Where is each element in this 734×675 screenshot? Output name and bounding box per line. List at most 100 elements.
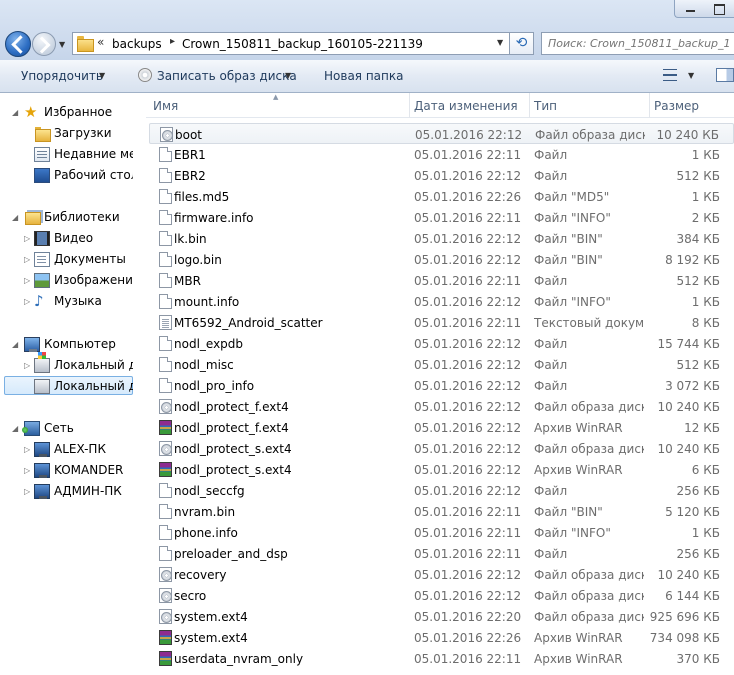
file-name: nodl_misc xyxy=(174,358,234,372)
search-input[interactable] xyxy=(542,33,734,54)
nav-desktop[interactable]: Рабочий стол xyxy=(34,166,133,185)
nav-local-disk-c[interactable]: Локальный диск (C:) xyxy=(34,352,133,375)
breadcrumb-separator-icon[interactable]: ▸ xyxy=(170,36,175,47)
expand-arrow-icon[interactable]: ▷ xyxy=(24,488,32,496)
file-name: phone.info xyxy=(174,526,238,540)
file-row[interactable]: system.ext4 05.01.2016 22:20 Файл образа д… xyxy=(149,606,734,627)
file-row[interactable]: logo.bin 05.01.2016 22:12 Файл "BIN" 8 192 … xyxy=(149,249,734,270)
file-row[interactable]: mount.info 05.01.2016 22:12 Файл "INFO" 1 К… xyxy=(149,291,734,312)
back-button[interactable] xyxy=(5,31,31,57)
file-row[interactable]: secro 05.01.2016 22:12 Файл образа диска 6 … xyxy=(149,585,734,606)
column-divider[interactable] xyxy=(649,93,650,118)
file-row[interactable]: nodl_protect_f.ext4 05.01.2016 22:12 Архив… xyxy=(149,417,734,438)
forward-button[interactable] xyxy=(32,32,56,56)
recent-pages-dropdown-icon[interactable]: ▼ xyxy=(59,40,69,50)
file-date: 05.01.2016 22:26 xyxy=(414,631,522,645)
file-row[interactable]: userdata_nvram_only 05.01.2016 22:11 Архив… xyxy=(149,648,734,669)
column-header-type[interactable]: Тип xyxy=(534,99,557,113)
file-row[interactable]: nodl_pro_info 05.01.2016 22:12 Файл 3 072 К… xyxy=(149,375,734,396)
file-name: lk.bin xyxy=(174,232,207,246)
file-icon xyxy=(159,231,172,246)
file-name: files.md5 xyxy=(174,190,230,204)
file-row[interactable]: nodl_protect_s.ext4 05.01.2016 22:12 Архив… xyxy=(149,459,734,480)
nav-libraries[interactable]: Библиотеки xyxy=(24,208,133,227)
file-row[interactable]: nodl_expdb 05.01.2016 22:12 Файл 15 744 КБ xyxy=(149,333,734,354)
expand-arrow-icon[interactable]: ▷ xyxy=(24,256,32,264)
breadcrumb-backups[interactable]: backups xyxy=(112,37,162,51)
column-header-name[interactable]: Имя xyxy=(153,99,178,113)
nav-network-pc-label: KOMANDER xyxy=(54,463,124,477)
expand-arrow-icon[interactable]: ▷ xyxy=(24,298,32,306)
hard-drive-icon xyxy=(34,379,50,394)
maximize-button[interactable] xyxy=(705,1,731,16)
collapse-arrow-icon[interactable]: ◢ xyxy=(12,214,20,222)
file-row[interactable]: phone.info 05.01.2016 22:11 Файл "INFO" 1 К… xyxy=(149,522,734,543)
file-row[interactable]: MT6592_Android_scatter 05.01.2016 22:11 Те… xyxy=(149,312,734,333)
collapse-arrow-icon[interactable]: ◢ xyxy=(12,425,20,433)
file-name: system.ext4 xyxy=(174,610,248,624)
file-row[interactable]: firmware.info 05.01.2016 22:11 Файл "INFO"… xyxy=(149,207,734,228)
collapse-arrow-icon[interactable]: ◢ xyxy=(12,341,20,349)
nav-network-pc[interactable]: АДМИН-ПК xyxy=(34,482,133,501)
minimize-button[interactable] xyxy=(677,1,703,16)
nav-images[interactable]: Изображения xyxy=(34,271,133,290)
expand-arrow-icon[interactable]: ▷ xyxy=(24,362,32,370)
file-row[interactable]: recovery 05.01.2016 22:12 Файл образа диск… xyxy=(149,564,734,585)
nav-network-pc[interactable]: KOMANDER xyxy=(34,461,133,480)
burn-dropdown-icon[interactable]: ▼ xyxy=(285,71,291,80)
column-header-date[interactable]: Дата изменения xyxy=(414,99,518,113)
organize-dropdown-icon[interactable]: ▼ xyxy=(99,71,105,80)
nav-recent-places[interactable]: Недавние места xyxy=(34,145,133,164)
views-dropdown-icon[interactable]: ▼ xyxy=(688,71,694,80)
address-bar[interactable]: « backups ▸ Crown_150811_backup_160105-2… xyxy=(72,32,510,55)
file-row[interactable]: nodl_misc 05.01.2016 22:12 Файл 512 КБ xyxy=(149,354,734,375)
nav-music[interactable]: ♪ Музыка xyxy=(34,292,133,311)
nav-video[interactable]: Видео xyxy=(34,229,133,248)
new-folder-button[interactable]: Новая папка xyxy=(324,69,403,83)
file-row[interactable]: EBR2 05.01.2016 22:12 Файл 512 КБ xyxy=(149,165,734,186)
file-size: 925 696 КБ xyxy=(649,610,720,624)
collapse-arrow-icon[interactable]: ◢ xyxy=(12,109,20,117)
file-row[interactable]: nodl_protect_f.ext4 05.01.2016 22:12 Файл … xyxy=(149,396,734,417)
expand-arrow-icon[interactable]: ▷ xyxy=(24,235,32,243)
file-row[interactable]: EBR1 05.01.2016 22:11 Файл 1 КБ xyxy=(149,144,734,165)
pane-splitter[interactable] xyxy=(133,93,146,675)
nav-documents[interactable]: Документы xyxy=(34,250,133,269)
column-header-size[interactable]: Размер xyxy=(654,99,699,113)
burn-disc-image-button[interactable]: Записать образ диска xyxy=(157,69,297,83)
search-box[interactable] xyxy=(541,32,734,55)
nav-downloads[interactable]: Загрузки xyxy=(34,124,133,143)
nav-favorites-label: Избранное xyxy=(44,105,113,119)
change-view-icon[interactable] xyxy=(663,69,677,81)
column-divider[interactable] xyxy=(409,93,410,118)
file-row[interactable]: files.md5 05.01.2016 22:26 Файл "MD5" 1 КБ xyxy=(149,186,734,207)
file-row[interactable]: boot 05.01.2016 22:12 Файл образа диска 10 … xyxy=(149,123,734,144)
file-row[interactable]: nvram.bin 05.01.2016 22:11 Файл "BIN" 5 120… xyxy=(149,501,734,522)
file-row[interactable]: nodl_protect_s.ext4 05.01.2016 22:12 Файл … xyxy=(149,438,734,459)
breadcrumb-current-folder[interactable]: Crown_150811_backup_160105-221139 xyxy=(182,37,423,51)
file-row[interactable]: preloader_and_dsp 05.01.2016 22:11 Файл 256… xyxy=(149,543,734,564)
organize-button[interactable]: Упорядочить xyxy=(21,69,103,83)
file-size: 512 КБ xyxy=(676,358,720,372)
column-divider[interactable] xyxy=(529,93,530,118)
expand-arrow-icon[interactable]: ▷ xyxy=(24,467,32,475)
breadcrumb-overflow-chevron[interactable]: « xyxy=(97,35,104,49)
file-icon xyxy=(159,294,172,309)
nav-local-disk-d[interactable]: Локальный диск (D:) xyxy=(4,376,133,395)
file-size: 256 КБ xyxy=(676,547,720,561)
file-row[interactable]: nodl_seccfg 05.01.2016 22:12 Файл 256 КБ xyxy=(149,480,734,501)
nav-network-pc[interactable]: ALEX-ПК xyxy=(34,440,133,459)
expand-arrow-icon[interactable]: ▷ xyxy=(24,446,32,454)
address-dropdown-icon[interactable]: ▼ xyxy=(497,38,505,47)
expand-arrow-icon[interactable]: ▷ xyxy=(24,277,32,285)
file-row[interactable]: lk.bin 05.01.2016 22:12 Файл "BIN" 384 КБ xyxy=(149,228,734,249)
refresh-button[interactable]: ⟲ xyxy=(510,32,534,55)
nav-network[interactable]: Сеть xyxy=(22,419,133,438)
file-type: Файл образа диска xyxy=(534,589,644,603)
nav-favorites[interactable]: ★ Избранное xyxy=(24,103,133,122)
nav-recent-places-label: Недавние места xyxy=(54,147,133,161)
sort-ascending-icon: ▲ xyxy=(273,93,279,101)
file-row[interactable]: system.ext4 05.01.2016 22:26 Архив WinRAR 7… xyxy=(149,627,734,648)
file-row[interactable]: MBR 05.01.2016 22:11 Файл 512 КБ xyxy=(149,270,734,291)
preview-pane-icon[interactable] xyxy=(716,68,734,82)
